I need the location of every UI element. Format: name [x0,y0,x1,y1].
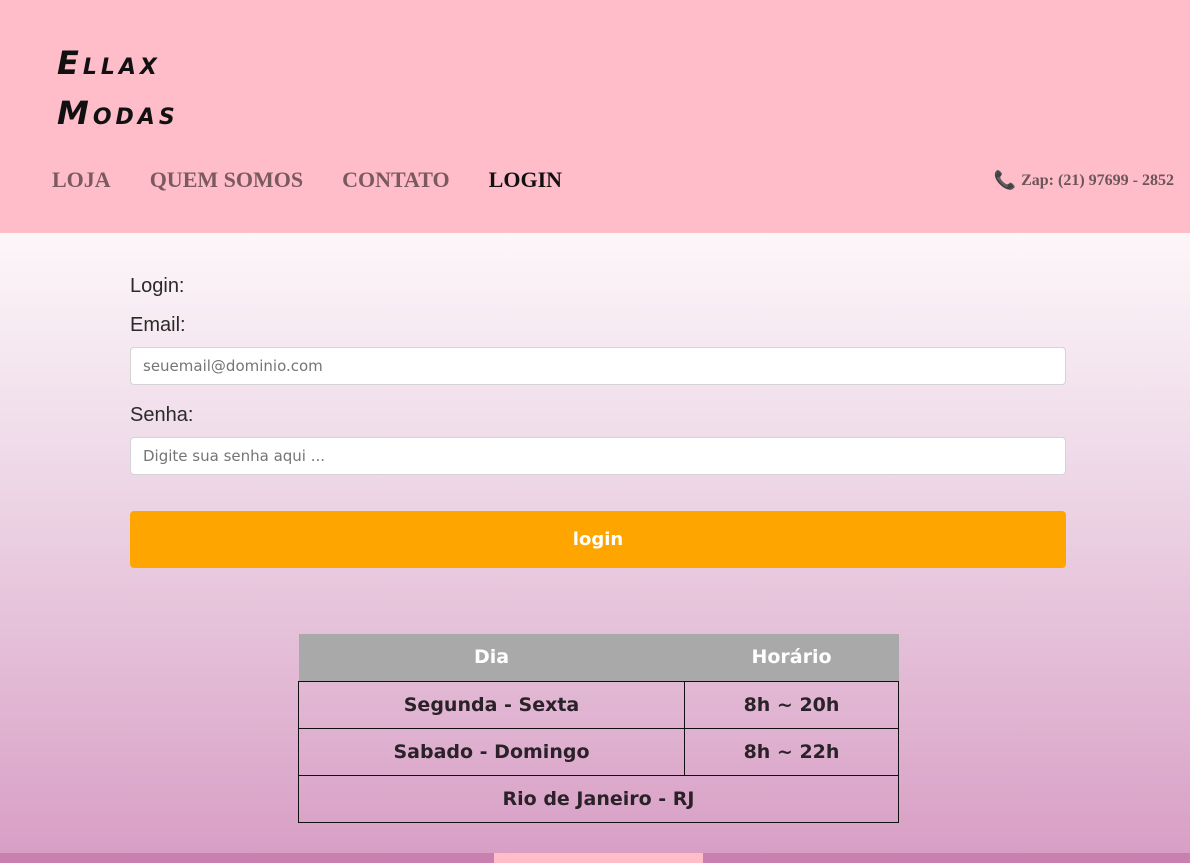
cell-location: Rio de Janeiro - RJ [298,774,899,823]
header-horario: Horário [684,634,899,681]
nav-contato[interactable]: CONTATO [342,166,450,194]
site-header: Ellax Modas LOJA QUEM SOMOS CONTATO LOGI… [0,0,1190,233]
whatsapp-contact[interactable]: 📞 Zap: (21) 97699 - 2852 [994,170,1174,191]
nav-loja[interactable]: LOJA [52,166,111,194]
header-dia: Dia [298,634,685,681]
password-input[interactable] [130,437,1066,475]
cell-hours: 8h ~ 20h [684,680,899,729]
table-row: Segunda - Sexta 8h ~ 20h [298,680,899,729]
schedule-table: Dia Horário Segunda - Sexta 8h ~ 20h Sab… [298,634,899,823]
cell-hours: 8h ~ 22h [684,727,899,776]
main-nav: LOJA QUEM SOMOS CONTATO LOGIN [52,166,601,194]
email-label: Email: [130,314,186,336]
table-header-row: Dia Horário [298,634,899,681]
main-content: Login: Email: Senha: login Dia Horário S… [0,233,1190,853]
cell-day: Segunda - Sexta [298,680,685,729]
phone-icon: 📞 [993,170,1017,190]
logo[interactable]: Ellax Modas [57,38,257,138]
logo-line-1: Ellax [57,44,161,82]
login-form: Login: Email: Senha: login [130,275,1066,568]
form-title: Login: [130,275,185,297]
nav-login[interactable]: LOGIN [489,166,562,194]
login-button[interactable]: login [130,511,1066,568]
email-input[interactable] [130,347,1066,385]
footer-tab [494,853,703,863]
table-row: Rio de Janeiro - RJ [298,774,899,823]
zap-number: Zap: (21) 97699 - 2852 [1021,171,1174,189]
password-label: Senha: [130,404,194,426]
table-row: Sabado - Domingo 8h ~ 22h [298,727,899,776]
nav-quem-somos[interactable]: QUEM SOMOS [150,166,303,194]
footer-bar [0,853,1190,863]
logo-line-2: Modas [57,94,179,132]
cell-day: Sabado - Domingo [298,727,685,776]
